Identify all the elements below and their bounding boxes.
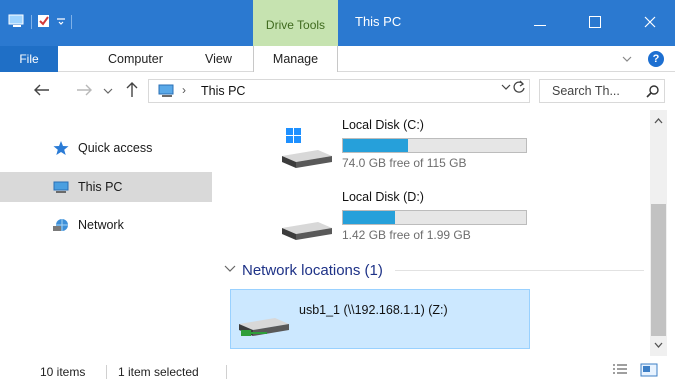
details-view-button[interactable] <box>612 363 628 377</box>
group-divider <box>394 269 644 271</box>
properties-icon[interactable] <box>37 14 51 31</box>
drive-item-c[interactable]: Local Disk (C:) 74.0 GB free of 115 GB <box>280 114 540 174</box>
sidebar-item-quick-access[interactable]: Quick access <box>0 133 212 163</box>
file-list: Local Disk (C:) 74.0 GB free of 115 GB L… <box>220 110 650 356</box>
sidebar-item-network[interactable]: Network <box>0 210 212 240</box>
breadcrumb-this-pc[interactable]: This PC <box>201 84 245 98</box>
chevron-down-icon <box>654 340 663 350</box>
selection-count: 1 item selected <box>118 365 199 379</box>
ribbon-tabs: File Computer View Manage ? <box>0 46 675 72</box>
sidebar-item-label: Quick access <box>78 141 153 155</box>
network-drive-name: usb1_1 (\\192.168.1.1) (Z:) <box>299 303 448 317</box>
minimize-button[interactable] <box>517 0 563 46</box>
large-icons-view-button[interactable] <box>640 363 658 377</box>
sidebar-item-label: This PC <box>78 180 123 194</box>
drive-free-space: 74.0 GB free of 115 GB <box>342 156 467 170</box>
drive-usage-fill <box>343 139 409 152</box>
group-title: Network locations (1) <box>242 261 383 279</box>
scroll-thumb[interactable] <box>651 204 666 336</box>
drive-usage-bar <box>342 138 527 153</box>
drive-name: Local Disk (D:) <box>342 190 424 204</box>
status-separator <box>106 365 107 379</box>
status-separator <box>226 365 227 379</box>
close-button[interactable] <box>627 0 673 46</box>
search-placeholder: Search Th... <box>552 84 620 98</box>
address-bar[interactable]: › This PC <box>148 79 530 103</box>
search-input[interactable]: Search Th... <box>539 79 665 103</box>
navigation-pane: Quick access This PC Network <box>0 110 215 356</box>
dropdown-icon[interactable] <box>56 15 66 29</box>
network-icon <box>52 217 70 233</box>
sidebar-item-this-pc[interactable]: This PC <box>0 172 212 202</box>
drive-item-d[interactable]: Local Disk (D:) 1.42 GB free of 1.99 GB <box>280 186 540 246</box>
scroll-down-button[interactable] <box>650 338 667 352</box>
chevron-down-icon <box>224 264 238 276</box>
tab-computer[interactable]: Computer <box>108 46 163 72</box>
status-bar: 10 items 1 item selected <box>0 357 675 383</box>
computer-icon <box>52 179 70 195</box>
drive-usage-fill <box>343 211 396 224</box>
details-view-icon <box>613 364 627 374</box>
refresh-icon <box>512 80 526 97</box>
this-pc-icon[interactable] <box>8 14 26 31</box>
drive-usage-bar <box>342 210 527 225</box>
forward-button[interactable] <box>74 81 94 101</box>
network-locations-group[interactable]: Network locations (1) <box>224 260 644 280</box>
item-count: 10 items <box>40 365 86 379</box>
window-title: This PC <box>355 14 402 29</box>
expand-ribbon-button[interactable] <box>620 52 634 66</box>
quick-access-toolbar <box>8 12 72 32</box>
recent-locations-button[interactable] <box>100 81 116 101</box>
tab-manage[interactable]: Manage <box>253 46 338 72</box>
back-arrow-icon <box>34 84 50 99</box>
network-drive-icon <box>237 304 293 341</box>
minimize-icon <box>534 16 546 30</box>
forward-arrow-icon <box>76 84 92 99</box>
drive-name: Local Disk (C:) <box>342 118 424 132</box>
star-icon <box>52 140 70 156</box>
title-bar: Drive Tools This PC <box>0 0 675 46</box>
search-icon <box>646 84 660 101</box>
up-arrow-icon <box>126 81 138 101</box>
tab-view[interactable]: View <box>205 46 232 72</box>
recent-locations-icon <box>103 84 113 98</box>
large-icons-view-icon <box>640 363 658 377</box>
close-icon <box>644 16 656 31</box>
maximize-icon <box>589 15 601 31</box>
toolbar-separator <box>71 15 72 29</box>
maximize-button[interactable] <box>572 0 618 46</box>
sidebar-item-label: Network <box>78 218 124 232</box>
back-button[interactable] <box>32 81 52 101</box>
this-pc-icon <box>157 84 177 101</box>
up-button[interactable] <box>122 81 142 101</box>
help-button[interactable]: ? <box>648 51 664 67</box>
network-drive-item[interactable]: usb1_1 (\\192.168.1.1) (Z:) <box>230 289 530 349</box>
chevron-up-icon <box>654 116 663 126</box>
vertical-scrollbar[interactable] <box>650 110 667 356</box>
drive-free-space: 1.42 GB free of 1.99 GB <box>342 228 471 242</box>
windows-drive-icon <box>280 128 336 171</box>
drive-icon <box>280 200 336 243</box>
chevron-down-icon <box>620 55 634 69</box>
breadcrumb-separator: › <box>182 83 186 97</box>
refresh-button[interactable] <box>510 79 528 97</box>
scroll-up-button[interactable] <box>650 114 667 128</box>
toolbar-separator <box>31 15 32 29</box>
tab-file[interactable]: File <box>0 46 58 72</box>
context-group-label: Drive Tools <box>265 18 326 32</box>
